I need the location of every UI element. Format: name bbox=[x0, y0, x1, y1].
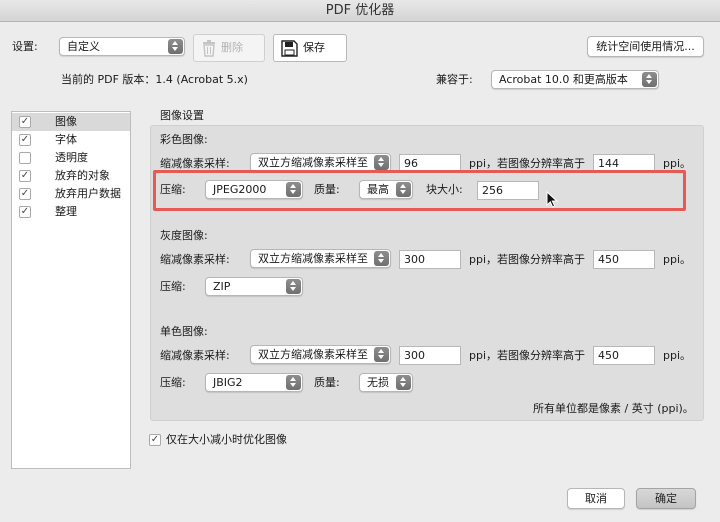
delete-button[interactable]: 删除 bbox=[193, 34, 265, 62]
gray-downsample-value: 双立方缩减像素采样至 bbox=[258, 252, 368, 265]
current-version-text: 当前的 PDF 版本：1.4 (Acrobat 5.x) bbox=[61, 73, 248, 86]
gray-ppi-input[interactable]: 300 bbox=[399, 250, 461, 269]
sidebar-item-checkbox[interactable]: ✓ bbox=[19, 170, 31, 182]
gray-ppi-text: ppi，若图像分辨率高于 bbox=[469, 253, 586, 266]
settings-label: 设置: bbox=[12, 40, 38, 53]
sidebar-item-checkbox[interactable]: ✓ bbox=[19, 134, 31, 146]
sidebar-item-label: 放弃用户数据 bbox=[55, 187, 121, 200]
sidebar-item-label: 透明度 bbox=[55, 151, 88, 164]
ok-button[interactable]: 确定 bbox=[636, 488, 696, 509]
settings-select-value: 自定义 bbox=[67, 40, 100, 53]
mono-images-heading: 单色图像: bbox=[160, 325, 208, 338]
sidebar-item-images[interactable]: ✓ 图像 bbox=[12, 113, 130, 131]
sidebar-item-discard-user-data[interactable]: ✓ 放弃用户数据 bbox=[12, 185, 130, 203]
gray-above-input[interactable]: 450 bbox=[593, 250, 655, 269]
sidebar-item-label: 字体 bbox=[55, 133, 77, 146]
gray-compression-label: 压缩: bbox=[160, 280, 186, 293]
units-note: 所有单位都是像素 / 英寸 (ppi)。 bbox=[533, 402, 694, 415]
window-title: PDF 优化器 bbox=[0, 0, 720, 22]
cancel-button[interactable]: 取消 bbox=[567, 488, 625, 509]
sidebar-item-transparency[interactable]: 透明度 bbox=[12, 149, 130, 167]
chevron-updown-icon bbox=[286, 279, 301, 294]
optimize-if-smaller-checkbox[interactable]: ✓ bbox=[149, 434, 161, 446]
mono-downsample-label: 缩减像素采样: bbox=[160, 349, 230, 362]
settings-select[interactable]: 自定义 bbox=[59, 37, 185, 56]
sidebar-item-checkbox[interactable]: ✓ bbox=[19, 206, 31, 218]
sidebar-item-checkbox[interactable] bbox=[19, 152, 31, 164]
mono-quality-label: 质量: bbox=[314, 376, 340, 389]
gray-compression-value: ZIP bbox=[213, 280, 231, 293]
mono-ppi-end: ppi。 bbox=[663, 349, 692, 362]
image-settings-title: 图像设置 bbox=[160, 109, 204, 122]
mono-quality-value: 无损 bbox=[367, 376, 389, 389]
sidebar-item-discard-objects[interactable]: ✓ 放弃的对象 bbox=[12, 167, 130, 185]
color-downsample-value: 双立方缩减像素采样至 bbox=[258, 156, 368, 169]
compat-select-value: Acrobat 10.0 和更高版本 bbox=[499, 73, 628, 86]
sidebar-item-label: 图像 bbox=[55, 115, 77, 128]
chevron-updown-icon bbox=[396, 375, 411, 390]
optimize-if-smaller-label: 仅在大小减小时优化图像 bbox=[166, 433, 287, 446]
mono-downsample-value: 双立方缩减像素采样至 bbox=[258, 348, 368, 361]
sidebar-item-label: 放弃的对象 bbox=[55, 169, 110, 182]
gray-images-heading: 灰度图像: bbox=[160, 229, 208, 242]
mono-ppi-text: ppi，若图像分辨率高于 bbox=[469, 349, 586, 362]
floppy-disk-icon bbox=[281, 40, 298, 57]
mono-ppi-input[interactable]: 300 bbox=[399, 346, 461, 365]
chevron-updown-icon bbox=[374, 251, 389, 266]
mono-downsample-select[interactable]: 双立方缩减像素采样至 bbox=[250, 345, 391, 364]
sidebar-item-clean-up[interactable]: ✓ 整理 bbox=[12, 203, 130, 221]
chevron-updown-icon bbox=[374, 155, 389, 170]
panel-list: ✓ 图像 ✓ 字体 透明度 ✓ 放弃的对象 ✓ 放弃用户数据 ✓ 整理 bbox=[11, 111, 131, 469]
sidebar-item-checkbox[interactable]: ✓ bbox=[19, 188, 31, 200]
sidebar-item-checkbox[interactable]: ✓ bbox=[19, 116, 31, 128]
mono-above-input[interactable]: 450 bbox=[593, 346, 655, 365]
audit-space-usage-button[interactable]: 统计空间使用情况... bbox=[587, 36, 704, 57]
gray-downsample-select[interactable]: 双立方缩减像素采样至 bbox=[250, 249, 391, 268]
chevron-updown-icon bbox=[374, 347, 389, 362]
mono-quality-select[interactable]: 无损 bbox=[359, 373, 413, 392]
mono-compression-select[interactable]: JBIG2 bbox=[205, 373, 303, 392]
chevron-updown-icon bbox=[168, 39, 183, 54]
mono-compression-value: JBIG2 bbox=[213, 376, 243, 389]
delete-label: 删除 bbox=[221, 41, 243, 54]
compat-label: 兼容于: bbox=[436, 73, 473, 86]
gray-ppi-end: ppi。 bbox=[663, 253, 692, 266]
color-images-heading: 彩色图像: bbox=[160, 133, 208, 146]
trash-icon bbox=[203, 40, 215, 57]
chevron-updown-icon bbox=[286, 375, 301, 390]
gray-compression-select[interactable]: ZIP bbox=[205, 277, 303, 296]
save-button[interactable]: 保存 bbox=[273, 34, 347, 62]
chevron-updown-icon bbox=[642, 72, 657, 87]
mono-compression-label: 压缩: bbox=[160, 376, 186, 389]
highlight-box bbox=[153, 170, 686, 211]
gray-downsample-label: 缩减像素采样: bbox=[160, 253, 230, 266]
save-label: 保存 bbox=[303, 41, 325, 54]
compat-select[interactable]: Acrobat 10.0 和更高版本 bbox=[491, 70, 659, 89]
optimize-if-smaller-option[interactable]: ✓ 仅在大小减小时优化图像 bbox=[149, 432, 349, 448]
sidebar-item-fonts[interactable]: ✓ 字体 bbox=[12, 131, 130, 149]
sidebar-item-label: 整理 bbox=[55, 205, 77, 218]
mouse-cursor-icon bbox=[546, 191, 558, 208]
